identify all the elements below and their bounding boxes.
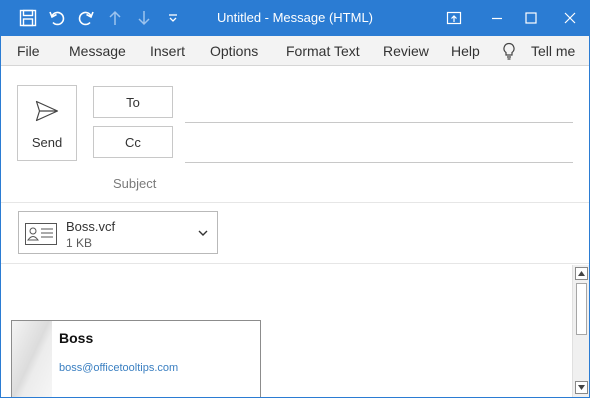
next-item-icon[interactable] — [134, 8, 154, 28]
scroll-up-button[interactable] — [575, 267, 588, 280]
scroll-down-button[interactable] — [575, 381, 588, 394]
to-button[interactable]: To — [93, 86, 173, 118]
card-email-link[interactable]: boss@officetooltips.com — [59, 362, 178, 374]
customize-toolbar-icon[interactable] — [163, 8, 183, 28]
menu-format-text[interactable]: Format Text — [286, 43, 360, 59]
attachment-item[interactable]: Boss.vcf 1 KB — [18, 211, 218, 254]
maximize-icon[interactable] — [518, 6, 544, 30]
send-icon — [35, 100, 59, 122]
header-divider — [0, 202, 590, 203]
redo-icon[interactable] — [76, 8, 96, 28]
cc-field[interactable] — [185, 139, 573, 163]
contact-card-icon — [25, 223, 57, 245]
scroll-thumb[interactable] — [576, 283, 587, 335]
subject-label: Subject — [113, 176, 157, 191]
menu-options[interactable]: Options — [210, 43, 258, 59]
close-icon[interactable] — [557, 6, 583, 30]
menu-bar: File Message Insert Options Format Text … — [0, 36, 590, 66]
body-divider — [0, 263, 590, 264]
cc-button[interactable]: Cc — [93, 126, 173, 158]
menu-review[interactable]: Review — [383, 43, 429, 59]
attachment-name: Boss.vcf — [66, 219, 116, 234]
scroll-up-arrow-icon — [578, 271, 585, 276]
subject-field[interactable] — [185, 170, 573, 194]
title-bar: Untitled - Message (HTML) — [0, 0, 590, 36]
save-icon[interactable] — [18, 8, 38, 28]
vertical-scrollbar[interactable] — [572, 265, 589, 398]
card-image — [12, 321, 52, 398]
menu-help[interactable]: Help — [451, 43, 480, 59]
menu-insert[interactable]: Insert — [150, 43, 185, 59]
chevron-down-icon[interactable] — [197, 227, 209, 239]
undo-icon[interactable] — [47, 8, 67, 28]
send-button[interactable]: Send — [17, 85, 77, 161]
to-field[interactable] — [185, 99, 573, 123]
business-card: Boss boss@officetooltips.com — [11, 320, 261, 398]
card-name: Boss — [59, 330, 94, 346]
menu-message[interactable]: Message — [69, 43, 126, 59]
restore-ribbon-icon[interactable] — [441, 6, 467, 30]
lightbulb-icon[interactable] — [502, 42, 516, 63]
menu-file[interactable]: File — [17, 43, 40, 59]
previous-item-icon[interactable] — [105, 8, 125, 28]
tell-me-search[interactable]: Tell me — [531, 43, 575, 59]
send-label: Send — [31, 135, 63, 150]
attachment-size: 1 KB — [66, 236, 93, 250]
minimize-icon[interactable] — [484, 6, 510, 30]
scroll-down-arrow-icon — [578, 385, 585, 390]
